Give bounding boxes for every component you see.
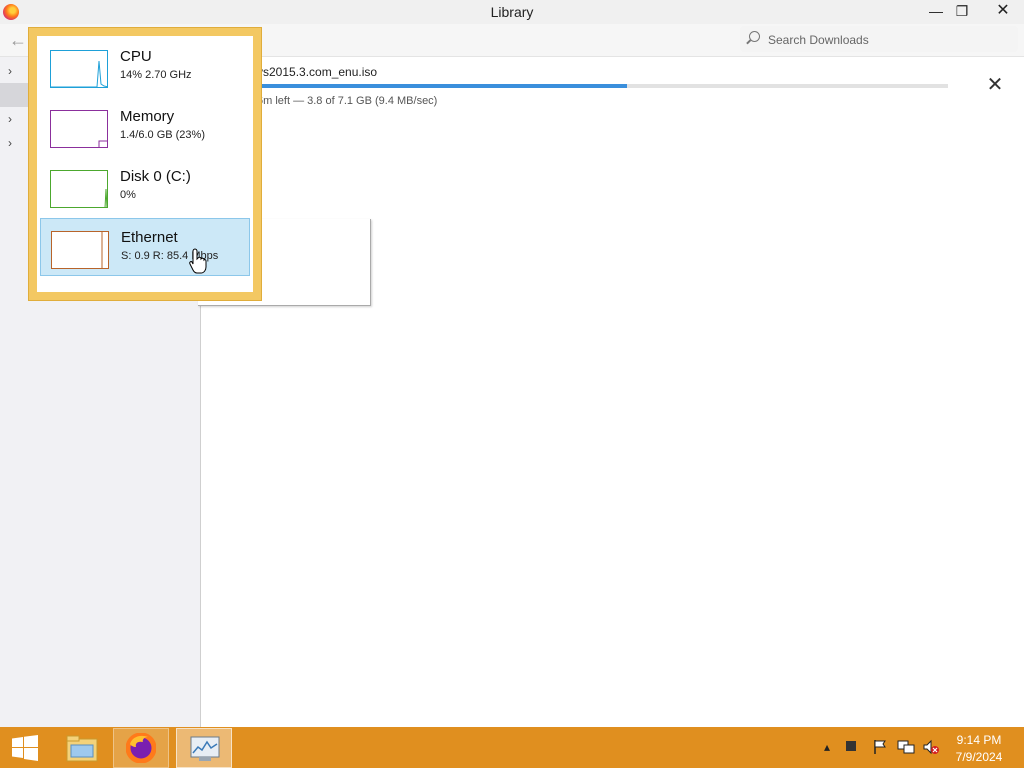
perf-item-detail: 14% 2.70 GHz	[120, 69, 192, 81]
download-progress-bar	[257, 84, 948, 88]
chevron-right-icon[interactable]: ›	[8, 112, 12, 126]
restore-button[interactable]: ❐	[946, 0, 978, 22]
chevron-right-icon[interactable]: ›	[8, 136, 12, 150]
taskbar-task-manager[interactable]	[176, 728, 232, 768]
download-progress-fill	[257, 84, 627, 88]
ethernet-graph	[51, 231, 109, 269]
download-status: 6m left — 3.8 of 7.1 GB (9.4 MB/sec)	[257, 95, 438, 107]
window-title: Library	[490, 4, 534, 20]
tray-square-icon[interactable]	[843, 739, 859, 755]
memory-graph	[50, 110, 108, 148]
start-button[interactable]	[0, 728, 50, 768]
taskbar-firefox[interactable]	[113, 728, 169, 768]
search-box[interactable]	[740, 26, 1018, 52]
hand-cursor-icon	[189, 248, 207, 274]
title-bar: Library — ❐ ✕	[0, 0, 1024, 24]
clock-date[interactable]: 7/9/2024	[948, 750, 1010, 764]
perf-item-title: Memory	[120, 108, 175, 125]
download-filename[interactable]: ys2015.3.com_enu.iso	[257, 65, 377, 79]
show-hidden-icons-button[interactable]: ▴	[819, 739, 835, 755]
cancel-download-icon[interactable]: ✕	[985, 75, 1005, 95]
network-icon[interactable]	[897, 739, 915, 755]
volume-muted-icon[interactable]	[922, 739, 939, 755]
back-button[interactable]: ←	[6, 28, 30, 52]
folder-icon	[66, 735, 98, 762]
perf-item-title: Ethernet	[121, 229, 178, 246]
performance-flyout: CPU 14% 2.70 GHz Memory 1.4/6.0 GB (23%)…	[28, 27, 262, 301]
perf-item-title: CPU	[120, 48, 152, 65]
perf-item-title: Disk 0 (C:)	[120, 168, 191, 185]
perf-item-disk[interactable]: Disk 0 (C:) 0%	[40, 158, 250, 216]
close-window-button[interactable]: ✕	[985, 0, 1021, 22]
performance-list: CPU 14% 2.70 GHz Memory 1.4/6.0 GB (23%)…	[37, 36, 253, 292]
perf-item-cpu[interactable]: CPU 14% 2.70 GHz	[40, 38, 250, 96]
perf-item-ethernet[interactable]: Ethernet S: 0.9 R: 85.4 Mbps	[40, 218, 250, 276]
perf-item-memory[interactable]: Memory 1.4/6.0 GB (23%)	[40, 98, 250, 156]
downloads-list: ys2015.3.com_enu.iso 6m left — 3.8 of 7.…	[198, 57, 1024, 727]
taskbar-file-explorer[interactable]	[55, 728, 111, 768]
taskbar: ▴ 9:14 PM 7/9/2024	[0, 727, 1024, 768]
firefox-icon	[126, 733, 156, 763]
action-center-flag-icon[interactable]	[872, 739, 888, 755]
clock-time[interactable]: 9:14 PM	[948, 733, 1010, 747]
windows-logo-icon	[12, 735, 38, 761]
task-manager-icon	[190, 736, 220, 761]
search-input[interactable]	[766, 29, 1010, 51]
search-icon	[749, 31, 760, 42]
perf-item-detail: 0%	[120, 189, 136, 201]
chevron-right-icon[interactable]: ›	[8, 64, 12, 78]
cpu-graph	[50, 50, 108, 88]
disk-graph	[50, 170, 108, 208]
perf-item-detail: 1.4/6.0 GB (23%)	[120, 129, 205, 141]
